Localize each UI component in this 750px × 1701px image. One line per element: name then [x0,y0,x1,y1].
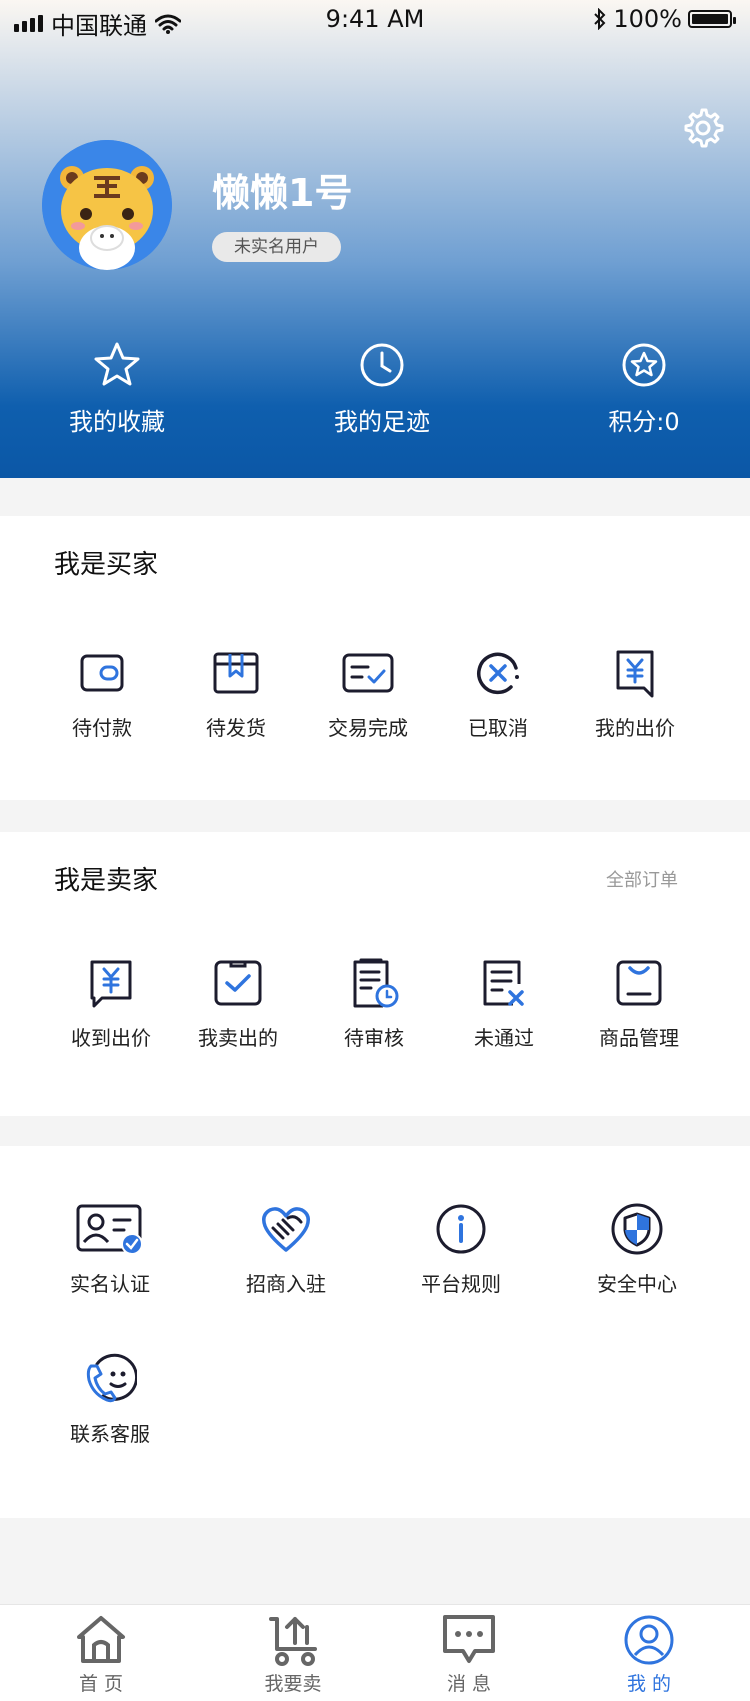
profile-header: 中国联通 9:41 AM 100% 懒懒1号 未实名用户 我的收藏 我的足迹 积… [0,0,750,478]
customer-service-button[interactable]: 联系客服 [35,1352,185,1447]
id-verify-button[interactable]: 实名认证 [35,1202,185,1297]
settings-button[interactable] [680,106,724,150]
phone-service-icon [86,1353,139,1403]
merchant-join-label: 招商入驻 [246,1272,326,1296]
package-icon [213,652,259,694]
tab-home-label: 首 页 [78,1673,124,1695]
tab-sell-label: 我要卖 [264,1673,322,1695]
pending-review-label: 待审核 [344,1026,404,1050]
completed-button[interactable]: 交易完成 [293,646,443,741]
tab-home[interactable]: 首 页 [41,1613,161,1696]
sold-icon [214,960,262,1006]
platform-rules-label: 平台规则 [421,1272,501,1296]
favorites-label: 我的收藏 [69,408,165,436]
user-icon [624,1615,674,1665]
pending-shipment-label: 待发货 [206,716,266,740]
info-icon [436,1204,486,1254]
pending-payment-label: 待付款 [72,716,132,740]
seller-title: 我是卖家 [54,866,159,896]
history-label: 我的足迹 [334,408,430,436]
rejected-label: 未通过 [474,1026,534,1050]
security-center-label: 安全中心 [597,1272,677,1296]
sell-icon [269,1617,317,1666]
tab-messages[interactable]: 消 息 [409,1613,529,1696]
yuan-offer-icon [616,650,654,698]
tab-messages-label: 消 息 [446,1673,492,1695]
home-icon [77,1616,125,1663]
points-label: 积分:0 [608,408,680,436]
cancelled-icon [477,652,519,695]
battery-percent: 100% [613,5,682,33]
platform-rules-button[interactable]: 平台规则 [386,1202,536,1297]
all-orders-link[interactable]: 全部订单 [606,866,678,892]
goods-manage-icon [616,960,662,1006]
cancelled-button[interactable]: 已取消 [423,646,573,741]
wallet-icon [80,654,124,692]
goods-manage-button[interactable]: 商品管理 [564,956,714,1051]
bluetooth-icon [594,8,606,30]
security-center-button[interactable]: 安全中心 [562,1202,712,1297]
handshake-icon [262,1207,310,1252]
username: 懒懒1号 [212,171,353,215]
customer-service-label: 联系客服 [70,1422,150,1446]
pending-review-icon [353,958,399,1008]
buyer-section: 我是买家 待付款 待发货 交易完成 已取消 我的出价 [0,516,750,800]
avatar[interactable] [42,140,172,270]
message-icon [443,1615,495,1663]
rejected-button[interactable]: 未通过 [429,956,579,1051]
history-button[interactable]: 我的足迹 [282,340,482,437]
cancelled-label: 已取消 [468,716,528,740]
sold-button[interactable]: 我卖出的 [163,956,313,1051]
completed-label: 交易完成 [328,716,408,740]
tab-mine[interactable]: 我 的 [589,1613,709,1696]
sold-label: 我卖出的 [198,1026,278,1050]
tab-sell[interactable]: 我要卖 [233,1613,353,1696]
clock-icon [360,343,404,387]
buyer-title: 我是买家 [54,550,159,580]
services-section: 实名认证 招商入驻 平台规则 安全中心 联系客服 [0,1146,750,1518]
rejected-icon [483,960,524,1006]
seller-section: 我是卖家 全部订单 收到出价 我卖出的 待审核 未通过 商品管理 [0,832,750,1116]
battery-icon [688,10,736,28]
shield-icon [611,1203,663,1255]
star-circle-icon [622,343,666,387]
id-verify-label: 实名认证 [70,1272,150,1296]
pending-review-button[interactable]: 待审核 [299,956,449,1051]
tab-bar: 首 页 我要卖 消 息 我 的 [0,1604,750,1701]
my-offers-label: 我的出价 [595,716,675,740]
favorites-button[interactable]: 我的收藏 [17,340,217,437]
points-button[interactable]: 积分:0 [544,340,744,437]
yuan-received-icon [90,960,132,1008]
tiger-avatar-icon [42,140,172,270]
gear-icon [684,108,724,148]
star-icon [94,342,140,386]
completed-icon [342,653,394,693]
status-bar: 中国联通 9:41 AM 100% [0,0,750,40]
id-verify-icon [76,1204,143,1255]
pending-shipment-button[interactable]: 待发货 [161,646,311,741]
tab-mine-label: 我 的 [626,1673,672,1695]
merchant-join-button[interactable]: 招商入驻 [211,1202,361,1297]
goods-manage-label: 商品管理 [599,1026,679,1050]
verification-badge[interactable]: 未实名用户 [212,232,341,262]
my-offers-button[interactable]: 我的出价 [560,646,710,741]
pending-payment-button[interactable]: 待付款 [27,646,177,741]
